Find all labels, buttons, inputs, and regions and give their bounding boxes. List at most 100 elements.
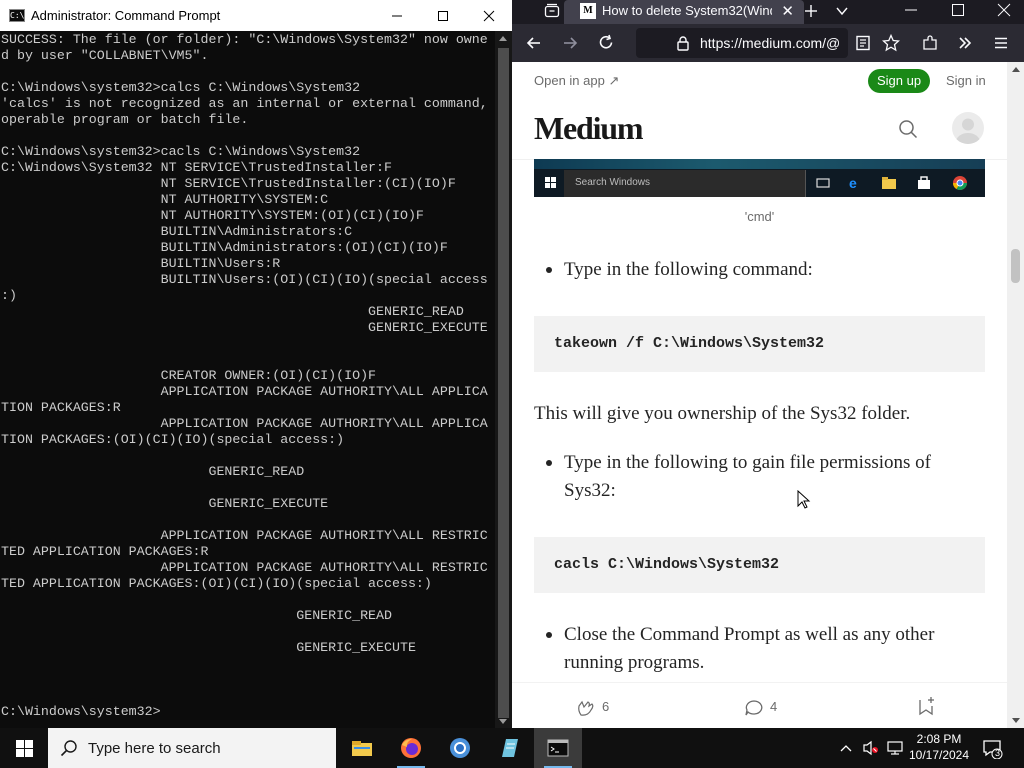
taskbar-command-prompt[interactable] [534, 728, 582, 768]
bullet-dot [546, 460, 554, 468]
windows-start-icon [16, 740, 33, 757]
url-text[interactable]: https://medium.com/@ [700, 35, 840, 51]
clock-time: 2:08 PM [916, 732, 962, 746]
browser-minimize-icon[interactable] [904, 3, 918, 17]
image-search-text: Search Windows [575, 177, 651, 188]
scroll-down-arrow-icon[interactable] [1012, 718, 1020, 723]
network-icon[interactable] [886, 740, 904, 756]
cmd-app-icon: C:\ [9, 9, 25, 22]
chrome-icon [450, 738, 470, 758]
sign-up-button[interactable]: Sign up [868, 69, 930, 93]
code-text-2: cacls C:\Windows\System32 [554, 556, 780, 573]
avatar-placeholder-icon [956, 118, 980, 144]
cmd-taskbar-icon [547, 739, 569, 757]
scroll-up-arrow-icon[interactable] [1012, 67, 1020, 72]
tab-manager-icon[interactable] [544, 3, 560, 19]
taskbar-file-explorer[interactable] [338, 728, 386, 768]
bullet-text-1: Type in the following command: [564, 259, 813, 280]
forward-icon[interactable] [562, 35, 578, 51]
browser-scrollbar[interactable] [1007, 62, 1024, 728]
back-icon[interactable] [526, 35, 542, 51]
overflow-icon[interactable] [957, 35, 973, 51]
notepad-icon [502, 739, 518, 757]
taskbar: Type here to search 2:08 PM 10/17/2024 3 [0, 728, 1024, 768]
scroll-up-arrow-icon[interactable] [499, 36, 507, 41]
bullet-dot [546, 267, 554, 275]
bookmark-star-icon[interactable] [882, 34, 900, 52]
code-block-2: cacls C:\Windows\System32 [534, 537, 985, 593]
url-bar[interactable]: https://medium.com/@ [636, 28, 848, 58]
search-icon [60, 740, 77, 757]
comment-count: 4 [770, 699, 778, 714]
maximize-icon [438, 10, 448, 21]
close-icon [483, 10, 495, 21]
avatar[interactable] [952, 112, 984, 144]
menu-icon[interactable] [993, 35, 1009, 51]
paragraph-1: This will give you ownership of the Sys3… [534, 403, 911, 424]
start-button[interactable] [0, 728, 48, 768]
search-icon[interactable] [898, 119, 918, 139]
notification-count: 3 [994, 748, 1000, 758]
minimize-icon [392, 15, 402, 16]
tab-close-icon[interactable]: ✕ [781, 2, 794, 20]
clap-count: 6 [602, 699, 610, 714]
reload-icon[interactable] [598, 34, 615, 51]
medium-favicon-icon: M [580, 3, 596, 19]
list-all-tabs-icon[interactable] [835, 4, 849, 18]
taskbar-notepad[interactable] [485, 728, 533, 768]
tab-active[interactable]: M How to delete System32(Windo ✕ [564, 0, 804, 24]
open-in-app-link[interactable]: Open in app ↗ [534, 73, 619, 89]
taskbar-search-box[interactable]: Type here to search [48, 728, 336, 768]
cmd-window-title: Administrator: Command Prompt [31, 8, 221, 23]
code-text-1: takeown /f C:\Windows\System32 [554, 335, 825, 352]
browser-close-icon[interactable] [997, 3, 1011, 17]
browser-scroll-thumb[interactable] [1011, 249, 1020, 283]
show-hidden-icons-icon[interactable] [839, 742, 853, 754]
taskbar-chrome[interactable] [436, 728, 484, 768]
comment-icon[interactable] [744, 699, 764, 717]
lock-icon[interactable] [676, 35, 690, 51]
browser-maximize-icon[interactable] [951, 3, 965, 17]
cmd-window: C:\ Administrator: Command Prompt SUCCES… [0, 0, 512, 728]
volume-muted-icon[interactable] [862, 740, 880, 756]
cmd-scrollbar[interactable] [495, 31, 512, 728]
article-screenshot-image: Search Windows e [534, 159, 985, 197]
taskbar-firefox[interactable] [387, 728, 435, 768]
extensions-icon[interactable] [921, 34, 939, 52]
scroll-down-arrow-icon[interactable] [499, 719, 507, 724]
image-search-box: Search Windows [564, 170, 806, 197]
save-icon[interactable] [917, 696, 935, 716]
firefox-icon [401, 738, 421, 758]
cmd-maximize-button[interactable] [420, 0, 466, 31]
cmd-titlebar[interactable]: C:\ Administrator: Command Prompt [0, 0, 512, 31]
task-view-icon [816, 178, 830, 188]
cmd-console-output[interactable]: SUCCESS: The file (or folder): "C:\Windo… [0, 31, 495, 728]
cmd-minimize-button[interactable] [374, 0, 420, 31]
tab-title: How to delete System32(Windo [602, 3, 772, 18]
taskbar-search-placeholder: Type here to search [88, 740, 221, 757]
medium-logo[interactable]: Medium [534, 110, 644, 147]
mouse-cursor [797, 490, 811, 509]
article-footer-bar: 6 4 [512, 682, 1007, 728]
cmd-scroll-thumb[interactable] [498, 48, 509, 718]
tab-strip: M How to delete System32(Windo ✕ [512, 0, 1024, 24]
clap-icon[interactable] [576, 698, 596, 718]
bullet-text-2: Type in the following to gain file permi… [564, 452, 932, 501]
cmd-close-button[interactable] [466, 0, 512, 31]
action-center-button[interactable]: 3 [981, 737, 1003, 760]
bullet-text-3: Close the Command Prompt as well as any … [564, 624, 935, 673]
sign-in-link[interactable]: Sign in [946, 73, 986, 88]
system-clock[interactable]: 2:08 PM 10/17/2024 [906, 731, 972, 763]
store-icon [918, 176, 930, 189]
reader-icon[interactable] [855, 35, 871, 51]
navigation-toolbar: https://medium.com/@ [512, 24, 1024, 62]
new-tab-icon[interactable] [803, 3, 819, 19]
edge-icon: e [849, 175, 857, 191]
bullet-dot [546, 632, 554, 640]
image-caption: 'cmd' [744, 209, 775, 224]
chrome-mini-icon [953, 176, 967, 190]
windows-logo-icon [545, 177, 556, 188]
folder-icon [882, 177, 896, 189]
medium-article-page: Open in app ↗ Sign up Sign in Medium Sea… [512, 62, 1007, 728]
file-explorer-icon [352, 741, 372, 756]
